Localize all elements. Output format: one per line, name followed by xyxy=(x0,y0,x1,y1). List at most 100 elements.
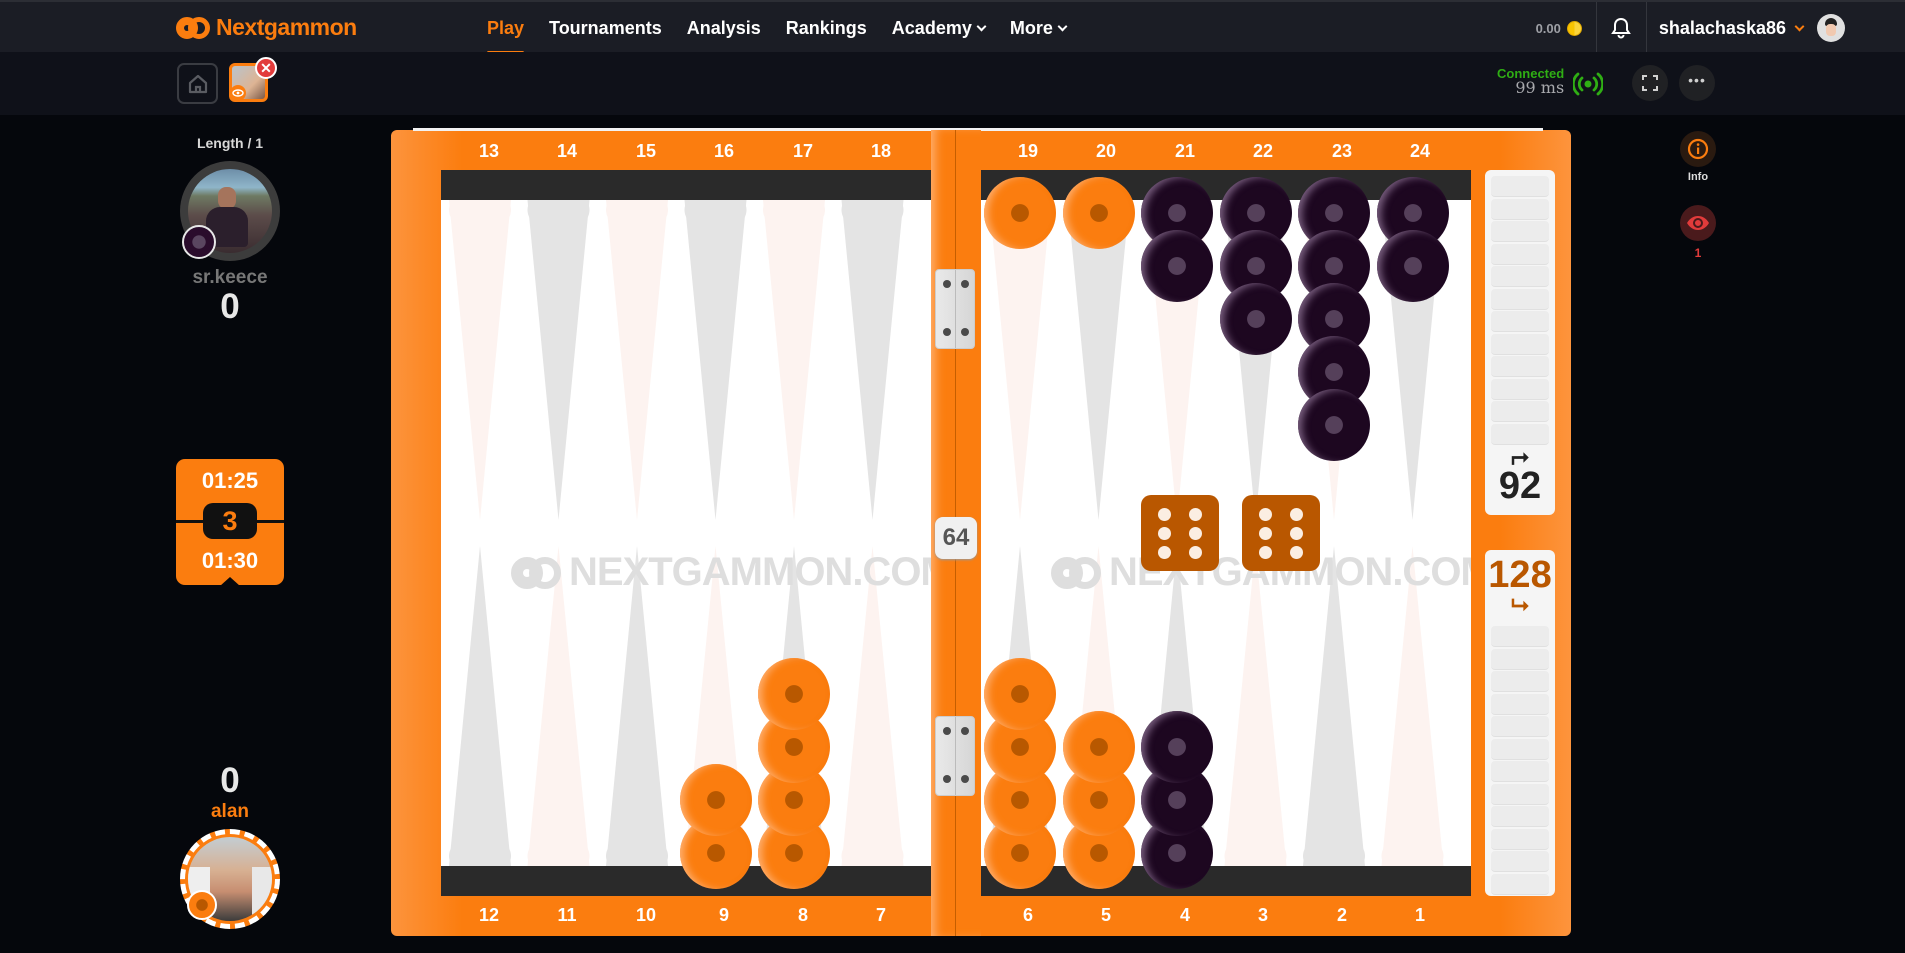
bearoff-slot xyxy=(1491,333,1549,355)
bearoff-slot xyxy=(1491,671,1549,692)
point-number-1: 1 xyxy=(1414,905,1425,925)
die-pip xyxy=(1157,526,1171,540)
point-number-22: 22 xyxy=(1252,141,1274,161)
nav-tournaments[interactable]: Tournaments xyxy=(549,2,662,54)
checker-orange-point-19[interactable] xyxy=(984,177,1056,249)
point-number-9: 9 xyxy=(718,905,729,925)
checker-orange-point-5[interactable] xyxy=(1062,711,1135,783)
checker-orange-point-8[interactable] xyxy=(758,658,830,730)
bearoff-slot xyxy=(1491,266,1549,287)
eye-icon xyxy=(1687,216,1709,230)
notifications-button[interactable] xyxy=(1597,2,1647,54)
backgammon-board: NEXTGAMMON.COM NEXTGAMMON.COM 64 ⮣ 92 12… xyxy=(391,128,1571,936)
info-icon xyxy=(1687,138,1709,160)
checker-dark-point-24[interactable] xyxy=(1376,230,1449,302)
more-options-button[interactable]: ••• xyxy=(1679,65,1715,101)
die-1[interactable] xyxy=(1141,495,1219,571)
die-pip xyxy=(1189,507,1203,521)
bearoff-slot xyxy=(1491,243,1549,265)
chevron-down-icon xyxy=(976,21,987,31)
nav-play[interactable]: Play xyxy=(487,2,525,54)
watermark-text: NEXTGAMMON.COM xyxy=(569,550,931,594)
checker-dark-point-23[interactable] xyxy=(1298,389,1370,461)
nav-play-label: Play xyxy=(487,17,525,38)
die-pip xyxy=(1290,526,1304,540)
bearoff-slot xyxy=(1491,176,1549,197)
point-triangle-left-bot-0[interactable] xyxy=(449,546,511,866)
clock-divider: 3 xyxy=(176,501,284,541)
point-triangle-left-top-2[interactable] xyxy=(606,200,668,520)
point-triangle-left-top-3[interactable] xyxy=(684,200,747,520)
chevron-down-icon xyxy=(1794,21,1805,31)
point-number-23: 23 xyxy=(1331,141,1353,161)
info-button[interactable] xyxy=(1680,131,1716,167)
point-triangle-left-top-1[interactable] xyxy=(527,200,590,520)
top-player-panel: Length / 1 sr.keece 0 xyxy=(165,130,295,325)
bearoff-slot xyxy=(1491,873,1549,895)
nav-academy[interactable]: Academy xyxy=(892,2,987,54)
coin-icon xyxy=(1566,20,1582,36)
point-number-18: 18 xyxy=(870,141,892,161)
user-menu[interactable]: shalachaska86 xyxy=(1647,18,1817,39)
point-triangle-left-top-4[interactable] xyxy=(763,200,825,520)
point-number-12: 12 xyxy=(478,905,500,925)
point-number-14: 14 xyxy=(556,141,578,161)
close-icon[interactable]: ✕ xyxy=(255,57,277,79)
latency-value: 99 ms xyxy=(1515,78,1565,97)
top-player-avatar[interactable] xyxy=(180,161,280,261)
bottom-player-name[interactable]: alan xyxy=(165,801,295,823)
nav-analysis[interactable]: Analysis xyxy=(687,2,761,54)
bearoff-slot xyxy=(1491,198,1549,220)
nav-rankings[interactable]: Rankings xyxy=(786,2,867,54)
home-button[interactable] xyxy=(177,63,218,104)
spectators-button[interactable] xyxy=(1680,205,1716,241)
account-area: 0.00 shalachaska86 xyxy=(1536,2,1905,54)
checker-dark-point-21[interactable] xyxy=(1141,230,1213,302)
top-hinge xyxy=(935,269,975,349)
bearoff-slot xyxy=(1491,648,1549,670)
user-avatar[interactable] xyxy=(1817,14,1845,42)
fullscreen-button[interactable] xyxy=(1632,65,1668,101)
top-bearoff-tray[interactable]: ⮣ 92 xyxy=(1485,170,1555,515)
pip-arrow-icon: ⮡ xyxy=(1511,592,1529,617)
balance-value: 0.00 xyxy=(1535,20,1561,36)
coin-balance[interactable]: 0.00 xyxy=(1536,2,1597,54)
watermark-left: NEXTGAMMON.COM xyxy=(511,550,931,595)
bearoff-slot xyxy=(1491,356,1549,377)
checker-dark-point-22[interactable] xyxy=(1219,283,1292,355)
doubling-cube[interactable]: 3 xyxy=(203,503,257,539)
pip-arrow-icon: ⮣ xyxy=(1511,443,1529,468)
bottom-player-avatar[interactable] xyxy=(180,829,280,929)
point-number-19: 19 xyxy=(1017,141,1039,161)
point-number-21: 21 xyxy=(1174,141,1196,161)
nav-analysis-label: Analysis xyxy=(686,17,761,38)
point-triangle-left-top-5[interactable] xyxy=(841,200,904,520)
checker-orange-point-6[interactable] xyxy=(984,658,1056,730)
orange-checker-icon xyxy=(187,890,217,920)
chevron-down-icon xyxy=(1057,21,1068,31)
bearoff-slot xyxy=(1491,693,1549,715)
checker-dark-point-4[interactable] xyxy=(1141,711,1213,783)
bar-doubling-cube[interactable]: 64 xyxy=(935,517,977,559)
checker-orange-point-20[interactable] xyxy=(1062,177,1135,249)
die-pip xyxy=(1258,545,1272,559)
top-navigation: Nextgammon Play Tournaments Analysis Ran… xyxy=(0,0,1905,54)
bearoff-slot xyxy=(1491,626,1549,647)
spectated-game-tab[interactable]: ✕ xyxy=(229,57,277,102)
point-number-7: 7 xyxy=(875,905,886,925)
die-2[interactable] xyxy=(1242,495,1320,571)
die-pip xyxy=(1290,545,1304,559)
checker-orange-point-9[interactable] xyxy=(679,764,752,836)
brand-logo[interactable]: Nextgammon xyxy=(176,14,357,41)
turn-indicator-notch xyxy=(220,577,240,586)
point-number-2: 2 xyxy=(1336,905,1347,925)
bearoff-slot xyxy=(1491,738,1549,760)
bottom-player-time: 01:30 xyxy=(201,548,259,573)
bottom-bearoff-tray[interactable]: 128 ⮡ xyxy=(1485,550,1555,896)
username: shalachaska86 xyxy=(1658,17,1786,38)
top-player-name[interactable]: sr.keece xyxy=(165,267,295,289)
nav-more[interactable]: More xyxy=(1010,2,1068,54)
point-number-3: 3 xyxy=(1257,905,1268,925)
bottom-player-score: 0 xyxy=(220,761,240,800)
point-triangle-left-top-0[interactable] xyxy=(449,200,511,520)
